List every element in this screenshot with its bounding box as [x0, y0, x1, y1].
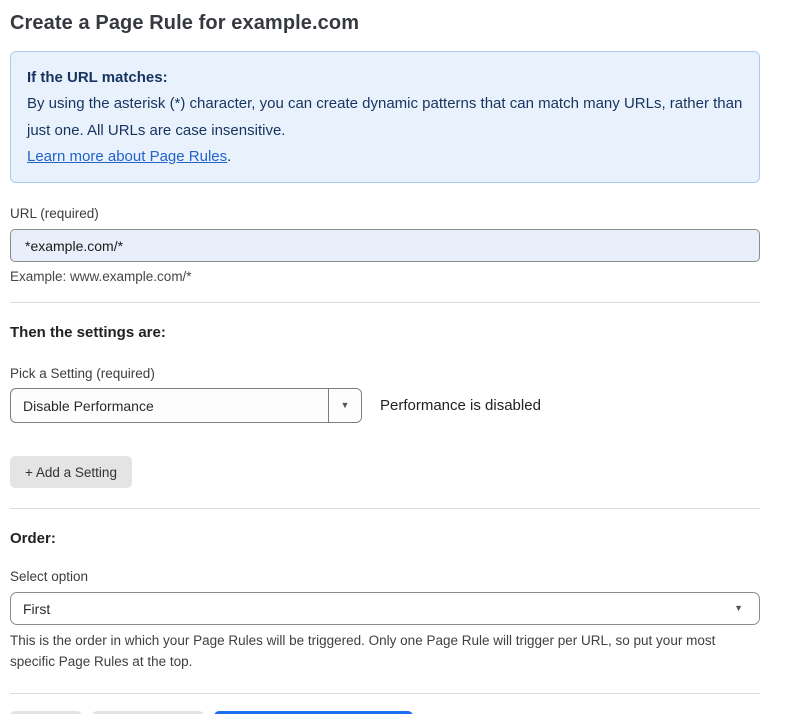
order-help-text: This is the order in which your Page Rul… [10, 631, 755, 673]
add-setting-button[interactable]: + Add a Setting [10, 456, 132, 488]
setting-picker-label: Pick a Setting (required) [10, 366, 760, 381]
setting-select[interactable]: Disable Performance ▼ [10, 388, 362, 423]
info-callout-heading: If the URL matches: [27, 65, 743, 91]
order-section-heading: Order: [10, 530, 760, 547]
create-page-rule-form: Create a Page Rule for example.com If th… [0, 0, 790, 714]
learn-more-link[interactable]: Learn more about Page Rules [27, 148, 227, 165]
divider [10, 508, 760, 509]
info-callout-body: By using the asterisk (*) character, you… [27, 91, 743, 144]
chevron-down-icon: ▼ [341, 401, 350, 410]
order-select[interactable]: First ▼ [10, 592, 760, 625]
setting-picker-row: Disable Performance ▼ Performance is dis… [10, 388, 760, 423]
divider [10, 693, 760, 694]
setting-status-text: Performance is disabled [380, 397, 541, 414]
url-match-info-callout: If the URL matches: By using the asteris… [10, 51, 760, 183]
settings-section-heading: Then the settings are: [10, 324, 760, 341]
url-input[interactable] [10, 229, 760, 262]
url-example-text: Example: www.example.com/* [10, 269, 760, 284]
order-select-value: First [23, 601, 734, 617]
order-select-label: Select option [10, 569, 760, 584]
setting-select-arrow-button[interactable]: ▼ [328, 389, 361, 422]
setting-select-value: Disable Performance [11, 389, 328, 422]
divider [10, 302, 760, 303]
chevron-down-icon: ▼ [734, 604, 743, 613]
link-period: . [227, 148, 231, 165]
page-title: Create a Page Rule for example.com [10, 12, 760, 35]
info-callout-link-line: Learn more about Page Rules. [27, 144, 743, 170]
url-field-label: URL (required) [10, 206, 760, 221]
